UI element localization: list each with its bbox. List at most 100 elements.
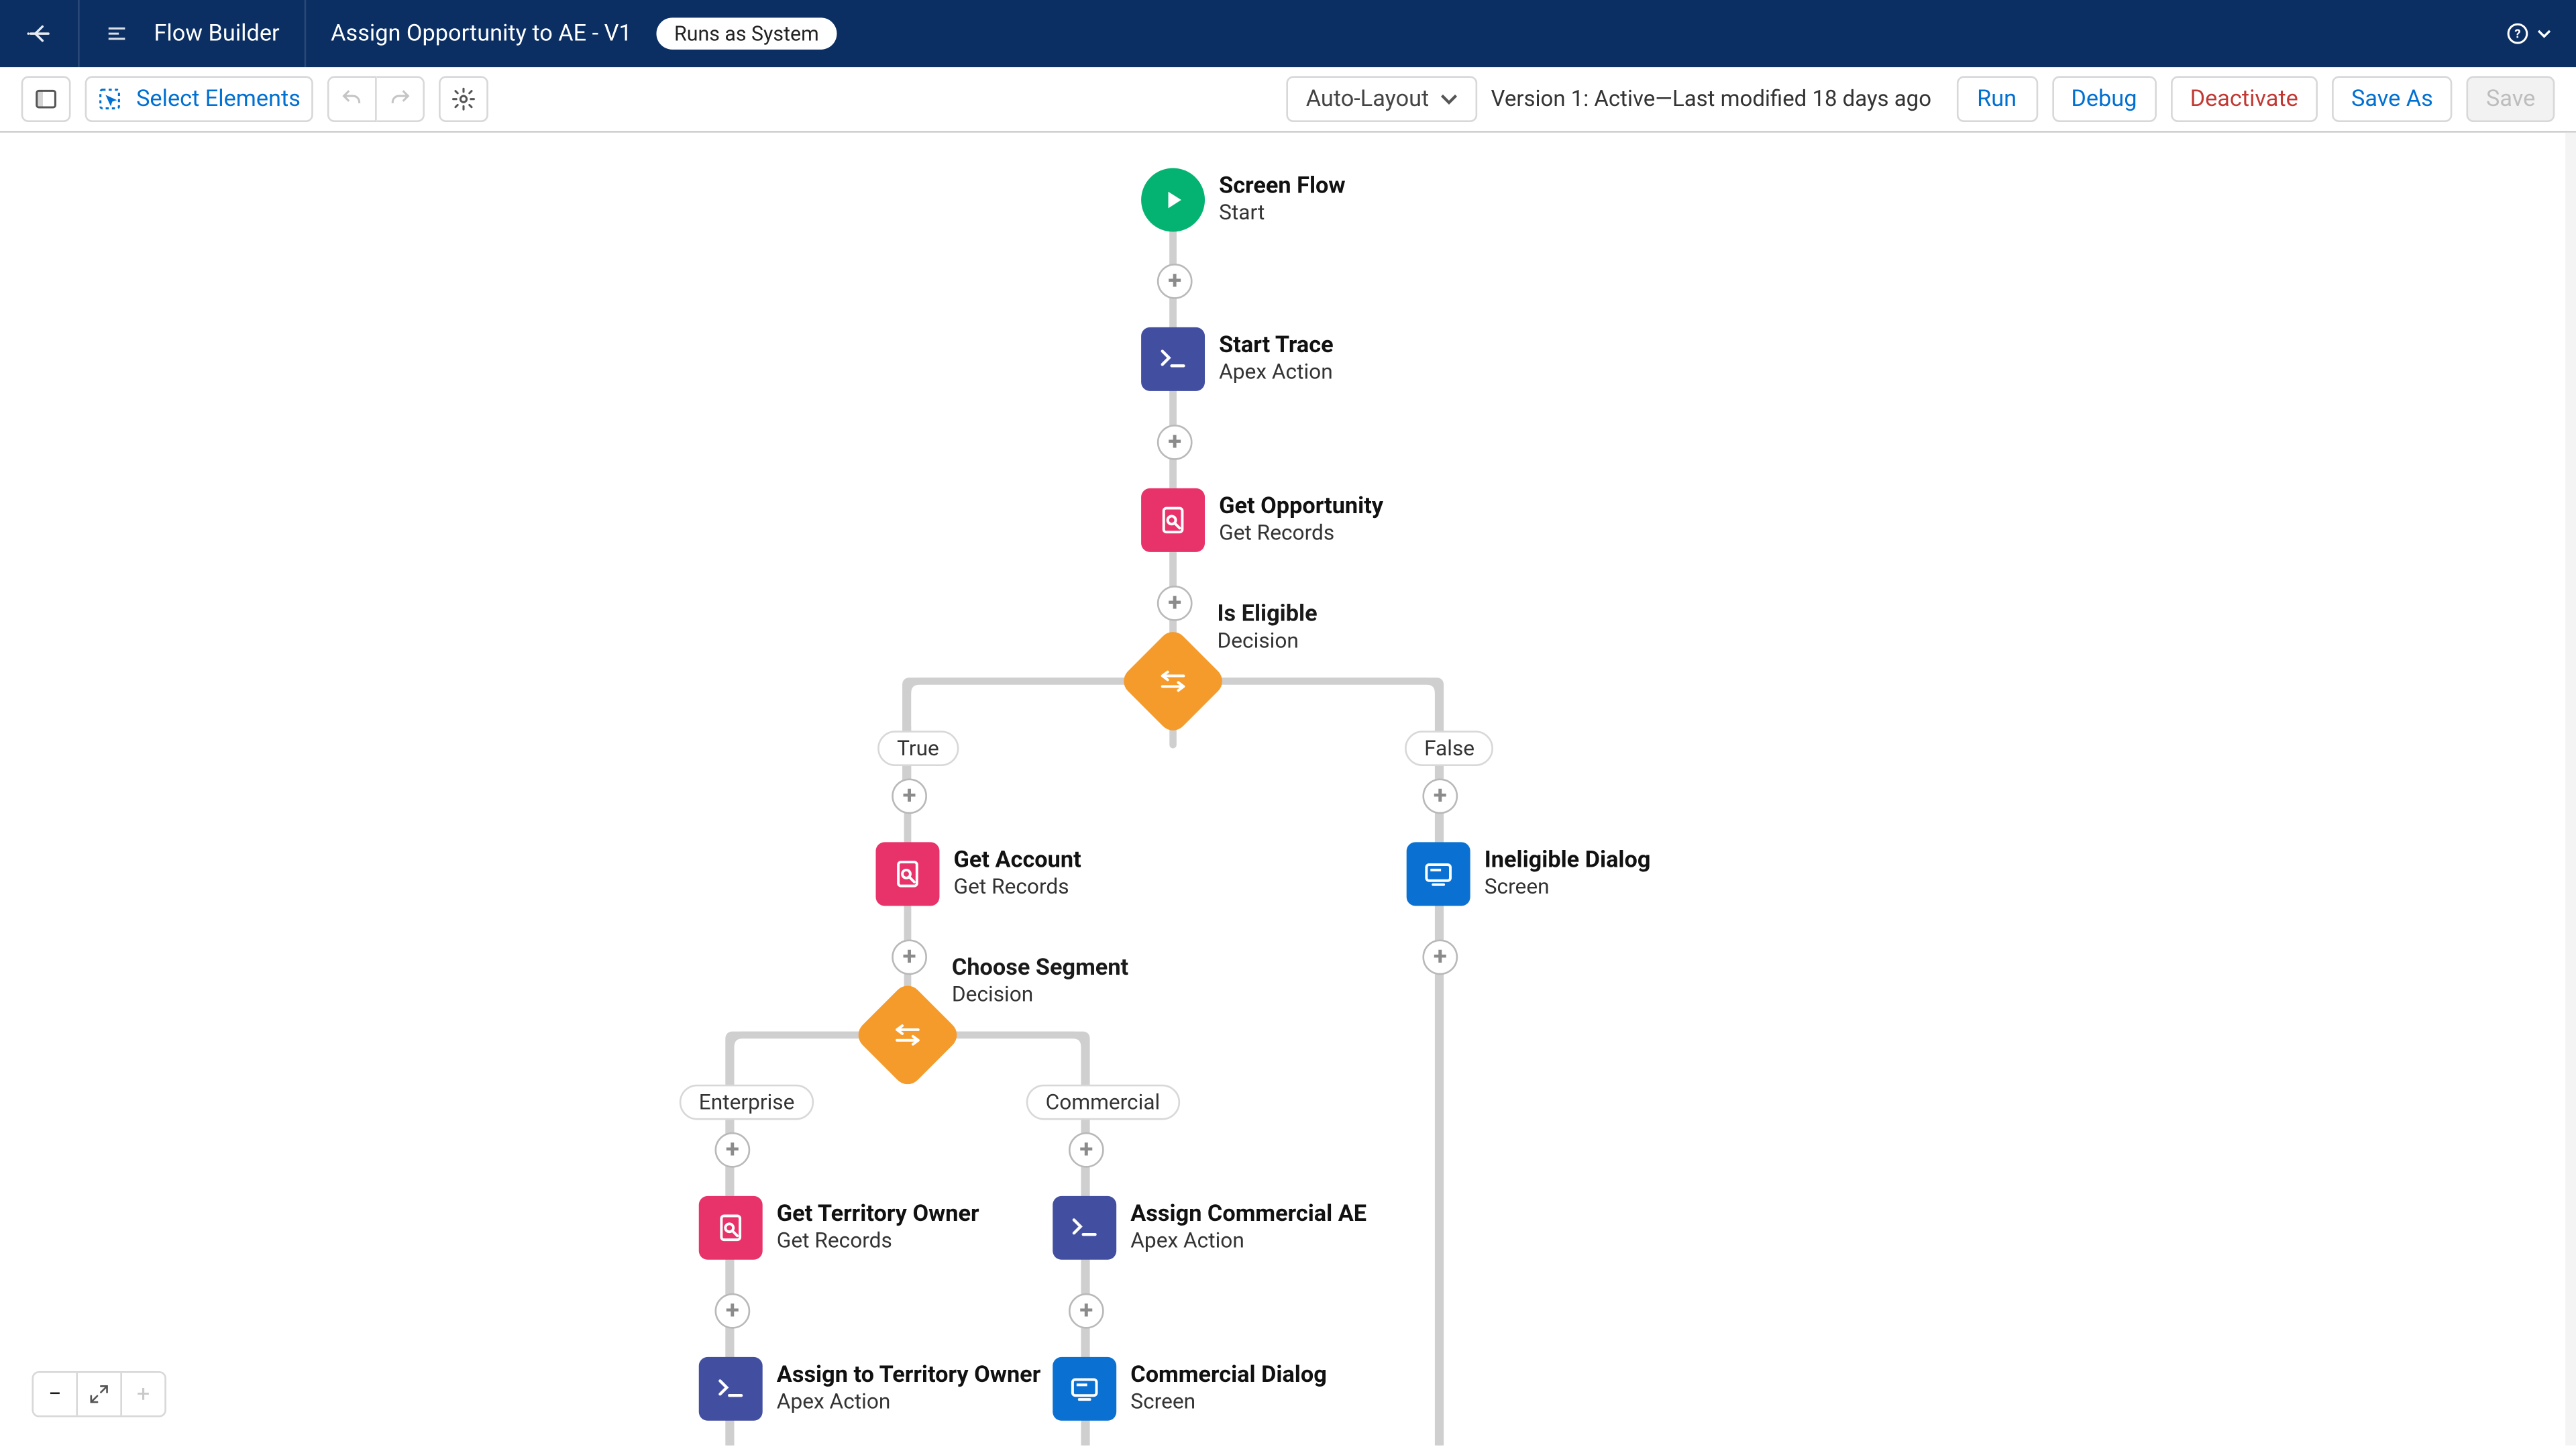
add-element-button[interactable]: + bbox=[1069, 1293, 1104, 1329]
decision-icon bbox=[892, 1019, 923, 1051]
zoom-fit-button[interactable] bbox=[76, 1373, 120, 1415]
clipboard-search-icon bbox=[1157, 504, 1189, 536]
undo-icon bbox=[339, 87, 364, 111]
toggle-left-panel-button[interactable] bbox=[21, 76, 71, 122]
layout-mode-label: Auto-Layout bbox=[1306, 86, 1430, 113]
node-title: Start Trace bbox=[1219, 333, 1334, 360]
node-subtitle: Decision bbox=[952, 982, 1128, 1007]
terminal-icon bbox=[1069, 1212, 1100, 1244]
node-title: Ineligible Dialog bbox=[1485, 849, 1651, 875]
chevron-down-icon bbox=[2537, 27, 2551, 41]
undo-button[interactable] bbox=[327, 76, 376, 122]
terminal-icon bbox=[1157, 343, 1189, 375]
get-opportunity-node[interactable]: Get Opportunity Get Records bbox=[1141, 488, 1383, 552]
save-as-button[interactable]: Save As bbox=[2332, 76, 2453, 122]
node-title: Is Eligible bbox=[1218, 602, 1318, 629]
commercial-dialog-node[interactable]: Commercial Dialog Screen bbox=[1053, 1357, 1327, 1421]
node-title: Get Territory Owner bbox=[777, 1202, 979, 1228]
zoom-out-button[interactable]: − bbox=[34, 1373, 76, 1415]
app-brand: Flow Builder bbox=[105, 0, 280, 67]
node-title: Get Opportunity bbox=[1219, 494, 1383, 521]
is-eligible-label: Is Eligible Decision bbox=[1218, 602, 1318, 653]
get-territory-owner-node[interactable]: Get Territory Owner Get Records bbox=[699, 1196, 979, 1260]
select-elements-button[interactable]: Select Elements bbox=[85, 76, 313, 122]
node-subtitle: Screen bbox=[1130, 1390, 1327, 1414]
ineligible-dialog-node[interactable]: Ineligible Dialog Screen bbox=[1407, 842, 1651, 906]
zoom-in-button[interactable]: + bbox=[120, 1373, 164, 1415]
canvas-toolbar: Select Elements Auto-Layout Version 1: A… bbox=[0, 67, 2576, 133]
arrow-left-icon bbox=[25, 19, 53, 48]
node-subtitle: Get Records bbox=[954, 875, 1081, 899]
redo-button[interactable] bbox=[376, 76, 424, 122]
question-mark-icon: ? bbox=[2506, 21, 2530, 46]
node-title: Assign to Territory Owner bbox=[777, 1363, 1040, 1389]
terminal-icon bbox=[714, 1373, 746, 1405]
clipboard-search-icon bbox=[892, 858, 923, 890]
decision-icon bbox=[1157, 665, 1189, 697]
start-trace-node[interactable]: Start Trace Apex Action bbox=[1141, 327, 1334, 391]
start-node[interactable]: Screen Flow Start bbox=[1141, 168, 1345, 232]
is-eligible-decision[interactable] bbox=[1134, 642, 1212, 720]
node-subtitle: Apex Action bbox=[777, 1390, 1040, 1414]
add-element-button[interactable]: + bbox=[1422, 778, 1458, 814]
assign-commercial-ae-node[interactable]: Assign Commercial AE Apex Action bbox=[1053, 1196, 1366, 1260]
play-icon bbox=[1159, 186, 1187, 214]
add-element-button[interactable]: + bbox=[1157, 586, 1193, 621]
assign-to-territory-owner-node[interactable]: Assign to Territory Owner Apex Action bbox=[699, 1357, 1041, 1421]
back-button[interactable] bbox=[25, 19, 53, 48]
chevron-down-icon bbox=[1440, 91, 1457, 108]
flow-builder-logo-icon bbox=[105, 21, 129, 46]
add-element-button[interactable]: + bbox=[714, 1293, 750, 1329]
node-subtitle: Decision bbox=[1218, 628, 1318, 653]
settings-button[interactable] bbox=[439, 76, 488, 122]
help-menu[interactable]: ? bbox=[2506, 21, 2552, 46]
node-subtitle: Screen bbox=[1485, 875, 1651, 899]
add-element-button[interactable]: + bbox=[1157, 425, 1193, 460]
fit-icon bbox=[89, 1383, 110, 1405]
version-meta: Version 1: Active—Last modified 18 days … bbox=[1491, 86, 1931, 113]
header-divider-2 bbox=[305, 0, 307, 67]
cursor-box-icon bbox=[97, 87, 122, 111]
node-title: Commercial Dialog bbox=[1130, 1363, 1327, 1389]
node-subtitle: Get Records bbox=[1219, 521, 1383, 545]
debug-button[interactable]: Debug bbox=[2051, 76, 2156, 122]
screen-icon bbox=[1069, 1373, 1100, 1405]
branch-true-pill[interactable]: True bbox=[877, 731, 959, 766]
branch-false-pill[interactable]: False bbox=[1405, 731, 1494, 766]
node-subtitle: Start bbox=[1219, 201, 1345, 225]
clipboard-search-icon bbox=[714, 1212, 746, 1244]
node-title: Assign Commercial AE bbox=[1130, 1202, 1366, 1228]
add-element-button[interactable]: + bbox=[892, 939, 927, 975]
branch-commercial-pill[interactable]: Commercial bbox=[1026, 1085, 1180, 1120]
screen-icon bbox=[1422, 858, 1454, 890]
flow-name-wrap: Assign Opportunity to AE - V1 Runs as Sy… bbox=[331, 0, 837, 67]
run-context-chip: Runs as System bbox=[657, 17, 837, 49]
gear-icon bbox=[451, 87, 476, 111]
choose-segment-decision[interactable] bbox=[869, 996, 947, 1074]
layout-mode-dropdown[interactable]: Auto-Layout bbox=[1287, 76, 1477, 122]
app-header: Flow Builder Assign Opportunity to AE - … bbox=[0, 0, 2576, 67]
panel-left-icon bbox=[34, 87, 58, 111]
save-button[interactable]: Save bbox=[2467, 76, 2555, 122]
node-subtitle: Apex Action bbox=[1219, 360, 1334, 384]
deactivate-button[interactable]: Deactivate bbox=[2171, 76, 2318, 122]
node-subtitle: Apex Action bbox=[1130, 1229, 1366, 1253]
add-element-button[interactable]: + bbox=[892, 778, 927, 814]
zoom-controls: − + bbox=[32, 1371, 166, 1417]
add-element-button[interactable]: + bbox=[1069, 1132, 1104, 1168]
node-title: Choose Segment bbox=[952, 955, 1128, 982]
flow-name: Assign Opportunity to AE - V1 bbox=[331, 20, 632, 47]
svg-text:?: ? bbox=[2514, 26, 2520, 41]
get-account-node[interactable]: Get Account Get Records bbox=[875, 842, 1081, 906]
undo-redo-group bbox=[327, 76, 424, 122]
add-element-button[interactable]: + bbox=[1422, 939, 1458, 975]
choose-segment-label: Choose Segment Decision bbox=[952, 955, 1128, 1006]
node-subtitle: Get Records bbox=[777, 1229, 979, 1253]
redo-icon bbox=[387, 87, 412, 111]
run-button[interactable]: Run bbox=[1956, 76, 2037, 122]
node-title: Screen Flow bbox=[1219, 174, 1345, 201]
add-element-button[interactable]: + bbox=[1157, 264, 1193, 299]
branch-enterprise-pill[interactable]: Enterprise bbox=[680, 1085, 814, 1120]
add-element-button[interactable]: + bbox=[714, 1132, 750, 1168]
flow-canvas[interactable]: Screen Flow Start + Start Trace Apex Act… bbox=[0, 133, 2576, 1446]
